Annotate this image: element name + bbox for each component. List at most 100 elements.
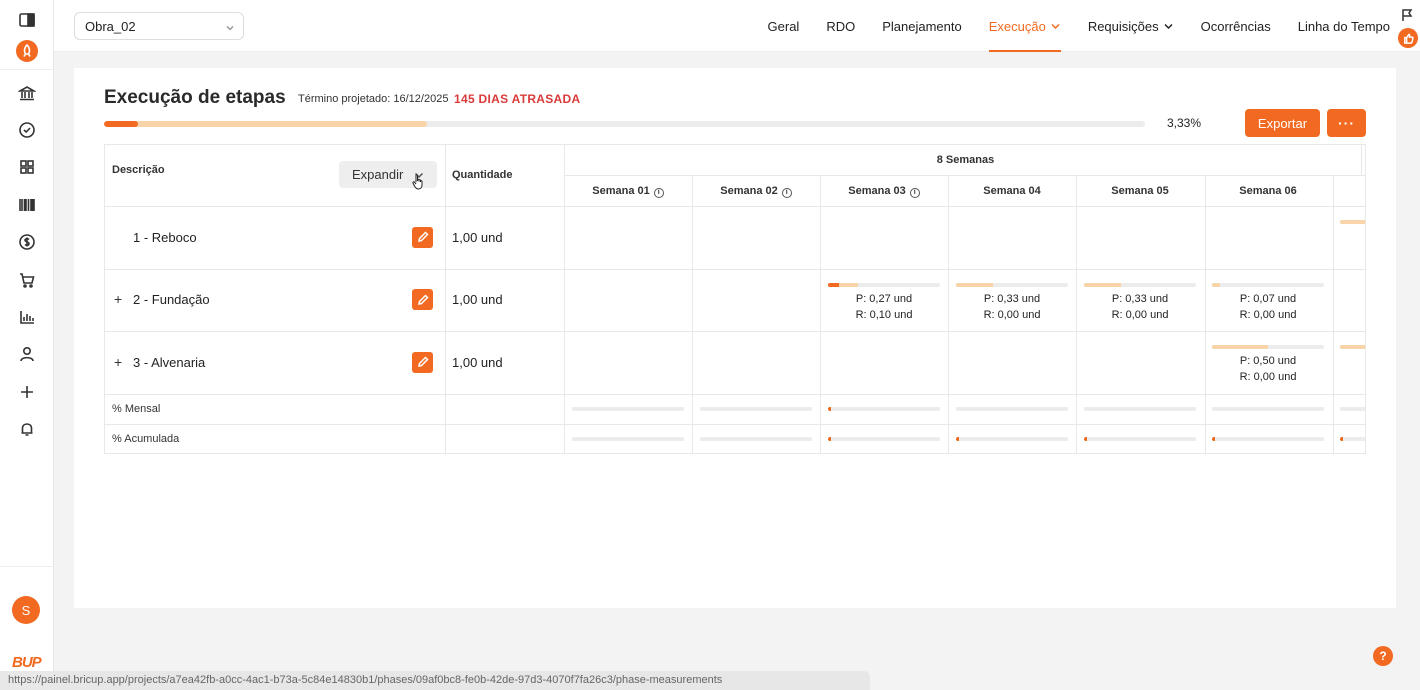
real-fill xyxy=(828,437,832,441)
nav-tab-label: Planejamento xyxy=(882,18,962,34)
nav-tab-rdo[interactable]: RDO xyxy=(826,0,855,52)
grid-icon[interactable] xyxy=(17,157,37,177)
column-header-week-1: Semana 01 i xyxy=(564,185,692,198)
check-circle-icon[interactable] xyxy=(17,120,37,140)
real-fill xyxy=(828,283,840,287)
nav-tab-label: RDO xyxy=(826,18,856,34)
week-progress-bar xyxy=(1212,283,1324,287)
plus-icon[interactable] xyxy=(17,382,37,402)
avatar[interactable]: S xyxy=(12,596,40,624)
nav-tab-requisi-es[interactable]: Requisições xyxy=(1088,0,1174,52)
real-quantity: R: 0,00 und xyxy=(1239,371,1297,383)
edit-stage-button[interactable] xyxy=(412,289,433,310)
expand-row-icon[interactable]: + xyxy=(114,354,122,370)
project-select[interactable]: Obra_02 xyxy=(74,12,244,40)
barcode-icon[interactable] xyxy=(17,195,37,215)
stage-row-label: 3 - Alvenaria xyxy=(133,354,206,370)
week-label: Semana 03 xyxy=(848,185,906,197)
thumbs-up-icon[interactable] xyxy=(1398,28,1418,48)
real-progress-fill xyxy=(104,121,139,127)
pencil-icon xyxy=(417,356,429,367)
week-progress-bar xyxy=(956,283,1068,287)
monthly-percent-label: % Mensal xyxy=(112,403,161,415)
cumulative-percent-bar xyxy=(1340,437,1365,441)
help-button[interactable]: ? xyxy=(1373,646,1393,666)
real-quantity: R: 0,00 und xyxy=(1111,309,1169,321)
nav-tab-label: Ocorrências xyxy=(1200,18,1271,34)
stage-quantity: 1,00 und xyxy=(452,354,503,370)
edit-stage-button[interactable] xyxy=(412,351,433,373)
grid-line xyxy=(1076,175,1077,453)
nav-tab-label: Linha do Tempo xyxy=(1297,18,1390,34)
grid-line xyxy=(692,175,693,453)
info-icon[interactable]: i xyxy=(909,188,920,198)
grid-line xyxy=(564,145,565,453)
grid-line xyxy=(948,175,949,453)
info-icon[interactable]: i xyxy=(781,188,792,198)
grid-line xyxy=(105,331,1365,332)
more-options-button[interactable]: ··· xyxy=(1327,109,1366,137)
hand-cursor-icon xyxy=(412,174,423,190)
bell-icon[interactable] xyxy=(17,419,37,439)
info-icon[interactable]: i xyxy=(653,188,664,198)
pencil-icon xyxy=(417,231,429,242)
sidebar: S BUP xyxy=(0,0,54,690)
monthly-percent-bar xyxy=(1084,407,1196,411)
main-nav: Geral RDO Planejamento Execução Requisições O… xyxy=(741,0,1390,52)
real-quantity: R: 0,10 und xyxy=(855,309,913,321)
grid-line xyxy=(105,206,1365,207)
planned-quantity: P: 0,50 und xyxy=(1239,355,1297,367)
column-header-week-4: Semana 04 xyxy=(948,185,1076,197)
real-fill xyxy=(956,437,960,441)
nav-tab-planejamento[interactable]: Planejamento xyxy=(882,0,962,52)
panel-toggle-icon[interactable] xyxy=(17,10,37,30)
planned-fill xyxy=(1212,345,1268,349)
grid-line xyxy=(105,394,1365,395)
nav-tab-ocorr-ncias[interactable]: Ocorrências xyxy=(1201,0,1271,52)
planned-quantity: P xyxy=(1365,228,1366,244)
bar-chart-icon[interactable] xyxy=(17,307,37,327)
monthly-percent-bar xyxy=(700,407,812,411)
expand-row-icon[interactable]: + xyxy=(114,291,122,307)
edit-stage-button[interactable] xyxy=(412,226,433,248)
user-icon[interactable] xyxy=(17,344,37,364)
projected-end-date: Término projetado: 16/12/2025 xyxy=(298,93,449,105)
feedback-flag-icon[interactable] xyxy=(1400,8,1414,22)
week-label: Semana 02 xyxy=(720,185,778,197)
brand-logo[interactable]: BUP xyxy=(12,654,42,671)
grid-line xyxy=(1361,145,1362,175)
cumulative-percent-bar xyxy=(1084,437,1196,441)
cumulative-percent-label: % Acumulada xyxy=(112,433,180,445)
planned-fill xyxy=(1340,220,1365,224)
rocket-icon[interactable] xyxy=(16,40,38,62)
week-progress-bar xyxy=(1340,345,1365,349)
dollar-icon[interactable] xyxy=(17,232,37,252)
nav-tab-geral[interactable]: Geral xyxy=(768,0,800,52)
cumulative-percent-bar xyxy=(572,437,684,441)
grid-line xyxy=(105,424,1365,425)
chevron-down-icon xyxy=(1164,23,1173,29)
column-header-week-2: Semana 02 i xyxy=(692,185,820,198)
real-quantity: R xyxy=(1365,369,1366,385)
grid-line xyxy=(1333,175,1334,453)
column-header-description: Descrição xyxy=(112,164,165,176)
real-fill xyxy=(828,407,832,411)
planned-fill xyxy=(1084,283,1121,287)
browser-status-url: https://painel.bricup.app/projects/a7ea4… xyxy=(0,671,870,690)
planned-quantity: P xyxy=(1365,353,1366,369)
grid-line xyxy=(820,175,821,453)
nav-tab-linha-do-tempo[interactable]: Linha do Tempo xyxy=(1298,0,1390,52)
cart-icon[interactable] xyxy=(17,270,37,290)
nav-tab-execu-o[interactable]: Execução xyxy=(988,0,1061,52)
grid-line xyxy=(1205,175,1206,453)
chevron-down-icon xyxy=(225,21,235,31)
monthly-percent-bar xyxy=(828,407,940,411)
planned-quantity: P: 0,07 und xyxy=(1239,293,1297,305)
week-label: Semana 01 xyxy=(592,185,650,197)
bank-icon[interactable] xyxy=(17,83,37,103)
week-label: Semana 05 xyxy=(1111,185,1169,197)
planned-quantity: P: 0,27 und xyxy=(855,293,913,305)
stage-quantity: 1,00 und xyxy=(452,229,503,245)
export-button[interactable]: Exportar xyxy=(1245,109,1320,137)
nav-tab-label: Execução xyxy=(988,18,1046,34)
